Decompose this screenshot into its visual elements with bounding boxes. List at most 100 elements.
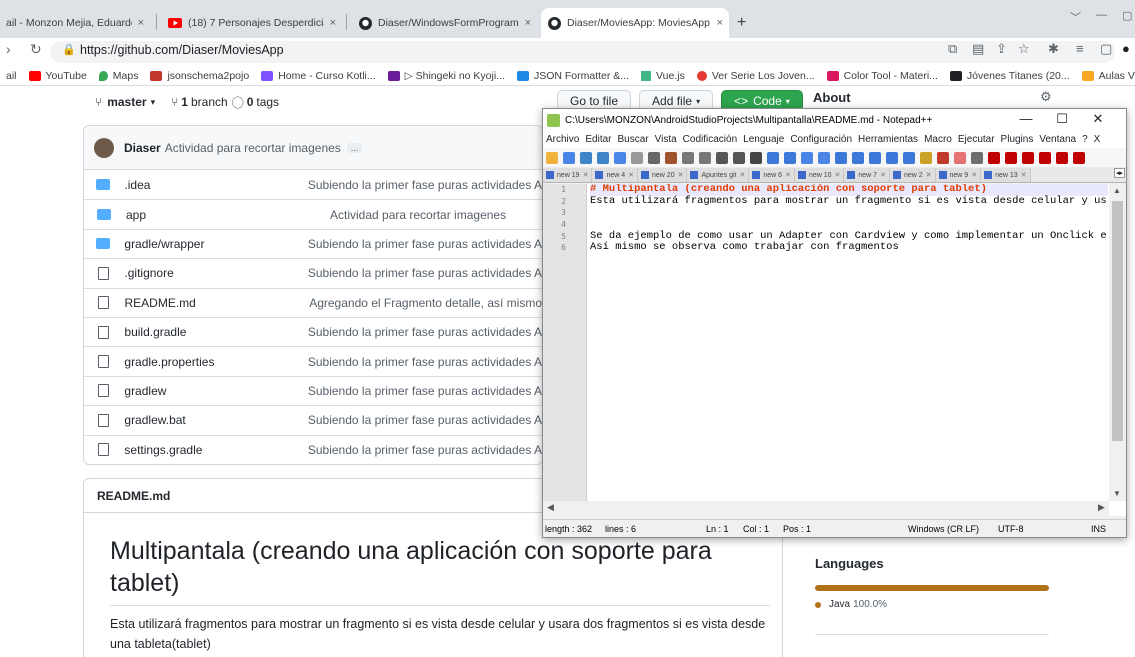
bookmark-item[interactable]: JSON Formatter &...: [516, 70, 629, 82]
editor-tab[interactable]: new 2 ✕: [889, 168, 936, 182]
close-icon[interactable]: ✕: [971, 171, 977, 179]
avatar[interactable]: [94, 137, 114, 158]
code-line[interactable]: Así mismo se observa como trabajar con f…: [590, 242, 1108, 254]
branches-link[interactable]: ⑂ 1 branch: [171, 95, 228, 109]
file-name[interactable]: .gitignore: [124, 266, 307, 280]
file-name[interactable]: app: [126, 208, 330, 222]
toolbar-button-icon[interactable]: [614, 151, 626, 164]
menu-item[interactable]: Ventana: [1039, 134, 1076, 145]
toolbar-button-icon[interactable]: [988, 151, 1000, 164]
bookmark-item[interactable]: ▷ Shingeki no Kyoji...: [387, 70, 505, 82]
close-icon[interactable]: ×: [717, 17, 723, 29]
code-line[interactable]: Esta utilizará fragmentos para mostrar u…: [590, 195, 1108, 208]
menu-item[interactable]: Ejecutar: [958, 134, 995, 145]
menu-item[interactable]: Plugins: [1001, 134, 1034, 145]
file-row[interactable]: gradlew Subiendo la primer fase puras act…: [84, 375, 542, 405]
editor-tab[interactable]: new 20 ✕: [638, 168, 688, 182]
install-icon[interactable]: ⧉: [948, 41, 957, 57]
chevron-down-icon[interactable]: ﹀: [1070, 9, 1081, 25]
extensions-icon[interactable]: ✱: [1048, 41, 1059, 57]
bookmark-star-icon[interactable]: ☆: [1018, 41, 1030, 57]
maximize-button[interactable]: ☐: [1044, 111, 1080, 127]
file-commit-message[interactable]: Subiendo la primer fase puras actividade…: [308, 325, 542, 339]
menu-item[interactable]: Buscar: [617, 134, 648, 145]
toolbar-button-icon[interactable]: [716, 151, 728, 164]
file-name[interactable]: build.gradle: [124, 325, 307, 339]
menu-item[interactable]: Lenguaje: [743, 134, 784, 145]
menu-item[interactable]: Codificación: [683, 134, 737, 145]
toolbar-button-icon[interactable]: [954, 151, 966, 164]
toolbar-button-icon[interactable]: [1005, 151, 1017, 164]
side-panel-icon[interactable]: ▢: [1100, 41, 1112, 57]
notepad-editor[interactable]: 1 2 3 45 6 # Multipantala (creando una aplic…: [543, 184, 1126, 516]
file-row[interactable]: README.md Agregando el Fragmento detalle,…: [84, 287, 542, 317]
toolbar-button-icon[interactable]: [682, 151, 694, 164]
toolbar-button-icon[interactable]: [733, 151, 745, 164]
toolbar-button-icon[interactable]: [801, 151, 813, 164]
browser-tab[interactable]: Diaser/WindowsFormProgramaci ×: [352, 8, 537, 38]
close-icon[interactable]: ×: [138, 17, 144, 29]
menu-item[interactable]: Configuración: [790, 134, 852, 145]
commit-message[interactable]: Actividad para recortar imagenes: [165, 141, 341, 155]
file-name[interactable]: gradlew.bat: [124, 413, 307, 427]
file-row[interactable]: app Actividad para recortar imagenes: [84, 199, 542, 228]
share-icon[interactable]: ⇪: [996, 41, 1007, 57]
url-text[interactable]: https://github.com/Diaser/MoviesApp: [80, 43, 284, 57]
menu-item[interactable]: ?: [1082, 134, 1088, 145]
new-tab-button[interactable]: +: [737, 14, 746, 32]
file-name[interactable]: gradle.properties: [124, 355, 307, 369]
file-name[interactable]: gradle/wrapper: [124, 237, 307, 251]
close-icon[interactable]: ✕: [740, 171, 746, 179]
notepad-titlebar[interactable]: C:\Users\MONZON\AndroidStudioProjects\Mu…: [543, 109, 1126, 131]
close-icon[interactable]: ×: [525, 17, 531, 29]
menu-item[interactable]: Vista: [655, 134, 677, 145]
toolbar-button-icon[interactable]: [937, 151, 949, 164]
editor-tab[interactable]: Apuntes git ✕: [687, 168, 750, 182]
tab-scroll-arrows[interactable]: ◂▸: [1113, 168, 1125, 178]
toolbar-button-icon[interactable]: [886, 151, 898, 164]
editor-tab[interactable]: new 13 ✕: [981, 168, 1031, 182]
file-commit-message[interactable]: Subiendo la primer fase puras actividade…: [308, 178, 542, 192]
bookmark-item[interactable]: Home - Curso Kotli...: [261, 70, 376, 82]
toolbar-button-icon[interactable]: [920, 151, 932, 164]
bookmark-item[interactable]: jsonschema2pojo: [150, 70, 249, 82]
close-icon[interactable]: ✕: [583, 171, 589, 179]
editor-tab[interactable]: new 4 ✕: [592, 168, 639, 182]
file-commit-message[interactable]: Subiendo la primer fase puras actividade…: [308, 266, 542, 280]
reload-icon[interactable]: ↻: [30, 41, 42, 58]
close-icon[interactable]: ✕: [835, 171, 841, 179]
vertical-scrollbar[interactable]: ▲ ▼: [1109, 184, 1126, 501]
close-icon[interactable]: ✕: [628, 171, 634, 179]
scroll-down-icon[interactable]: ▼: [1113, 489, 1121, 498]
file-commit-message[interactable]: Subiendo la primer fase puras actividade…: [308, 384, 542, 398]
file-row[interactable]: gradle/wrapper Subiendo la primer fase pu…: [84, 228, 542, 258]
expand-commit-button[interactable]: ...: [346, 142, 363, 153]
file-commit-message[interactable]: Subiendo la primer fase puras actividade…: [308, 237, 542, 251]
tags-link[interactable]: ⃝0tags: [244, 94, 279, 111]
editor-tab[interactable]: new 7 ✕: [844, 168, 890, 182]
close-icon[interactable]: ×: [330, 17, 336, 29]
file-row[interactable]: .idea Subiendo la primer fase puras activ…: [84, 170, 542, 199]
code-line[interactable]: # Multipantala (creando una aplicación c…: [590, 184, 1108, 196]
browser-tab[interactable]: (18) 7 Personajes Desperdiciado ×: [162, 8, 342, 38]
toolbar-button-icon[interactable]: [903, 151, 915, 164]
toolbar-button-icon[interactable]: [665, 151, 677, 164]
toolbar-button-icon[interactable]: [699, 151, 711, 164]
scroll-up-icon[interactable]: ▲: [1113, 186, 1121, 195]
bookmark-item[interactable]: Aulas Virtuales: [1081, 70, 1135, 82]
file-name[interactable]: README.md: [124, 296, 309, 310]
file-row[interactable]: settings.gradle Subiendo la primer fase p…: [84, 434, 542, 464]
bookmark-item[interactable]: ail: [6, 70, 17, 82]
file-row[interactable]: .gitignore Subiendo la primer fase puras …: [84, 258, 542, 287]
minimize-icon[interactable]: —: [1096, 9, 1107, 21]
profile-icon[interactable]: ●: [1122, 41, 1130, 56]
toolbar-button-icon[interactable]: [750, 151, 762, 164]
horizontal-scrollbar[interactable]: ◀ ▶: [543, 501, 1109, 516]
file-commit-message[interactable]: Agregando el Fragmento detalle, así mism…: [309, 296, 542, 310]
maximize-icon[interactable]: ▢: [1122, 9, 1132, 22]
editor-tab[interactable]: new 9 ✕: [935, 168, 982, 182]
toolbar-button-icon[interactable]: [546, 151, 558, 164]
file-name[interactable]: settings.gradle: [124, 443, 307, 457]
code-line[interactable]: [590, 219, 1108, 231]
menu-item[interactable]: X: [1094, 134, 1101, 145]
